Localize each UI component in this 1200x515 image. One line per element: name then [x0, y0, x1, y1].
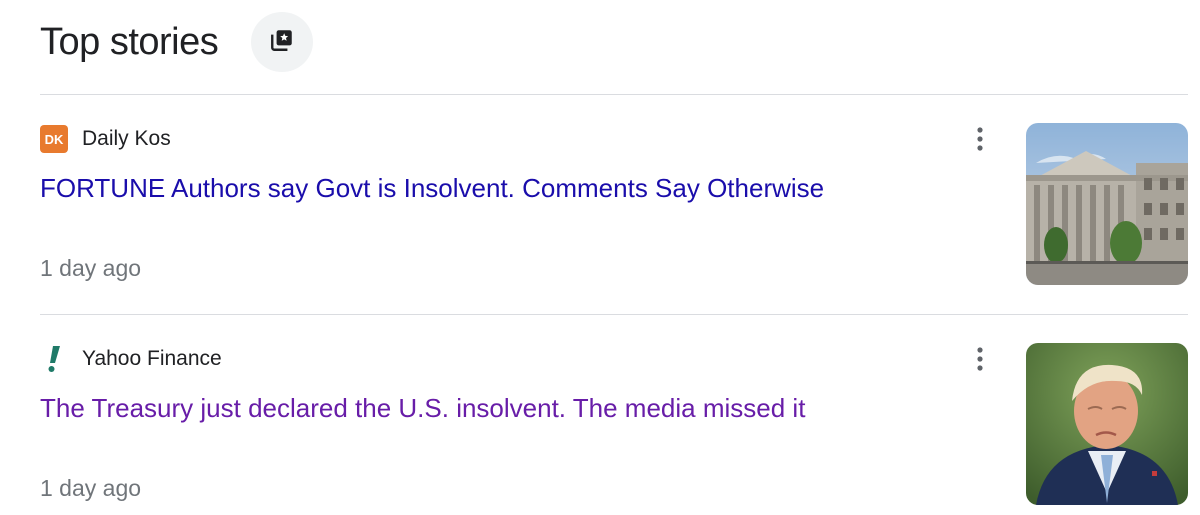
story-thumbnail[interactable] — [1026, 123, 1188, 285]
divider — [40, 314, 1188, 315]
story-card[interactable]: DK Daily Kos FORTUNE Authors say Govt is… — [40, 123, 1188, 287]
exclamation-mark-icon — [40, 345, 68, 373]
daily-kos-logo-icon: DK — [40, 125, 68, 153]
section-title: Top stories — [40, 20, 219, 63]
source-name: Daily Kos — [82, 127, 171, 150]
source-name: Yahoo Finance — [82, 347, 222, 370]
more-vert-icon — [976, 346, 984, 377]
story-headline-link[interactable]: The Treasury just declared the U.S. inso… — [40, 391, 805, 425]
story-headline-link[interactable]: FORTUNE Authors say Govt is Insolvent. C… — [40, 171, 824, 205]
story-timestamp: 1 day ago — [40, 475, 142, 501]
more-options-button[interactable] — [966, 345, 994, 377]
follow-feed-button[interactable] — [251, 12, 313, 72]
story-thumbnail[interactable] — [1026, 343, 1188, 505]
government-building-photo — [1026, 123, 1188, 285]
story-source: DK Daily Kos — [40, 125, 171, 153]
story-card[interactable]: Yahoo Finance The Treasury just declared… — [40, 343, 1188, 507]
divider — [40, 94, 1188, 95]
more-vert-icon — [976, 126, 984, 157]
story-source: Yahoo Finance — [40, 345, 222, 373]
svg-text:DK: DK — [45, 132, 64, 147]
man-portrait-photo — [1026, 343, 1188, 505]
section-header: Top stories — [40, 10, 219, 74]
stacked-cards-star-icon — [269, 27, 295, 58]
more-options-button[interactable] — [966, 125, 994, 157]
story-timestamp: 1 day ago — [40, 255, 142, 281]
